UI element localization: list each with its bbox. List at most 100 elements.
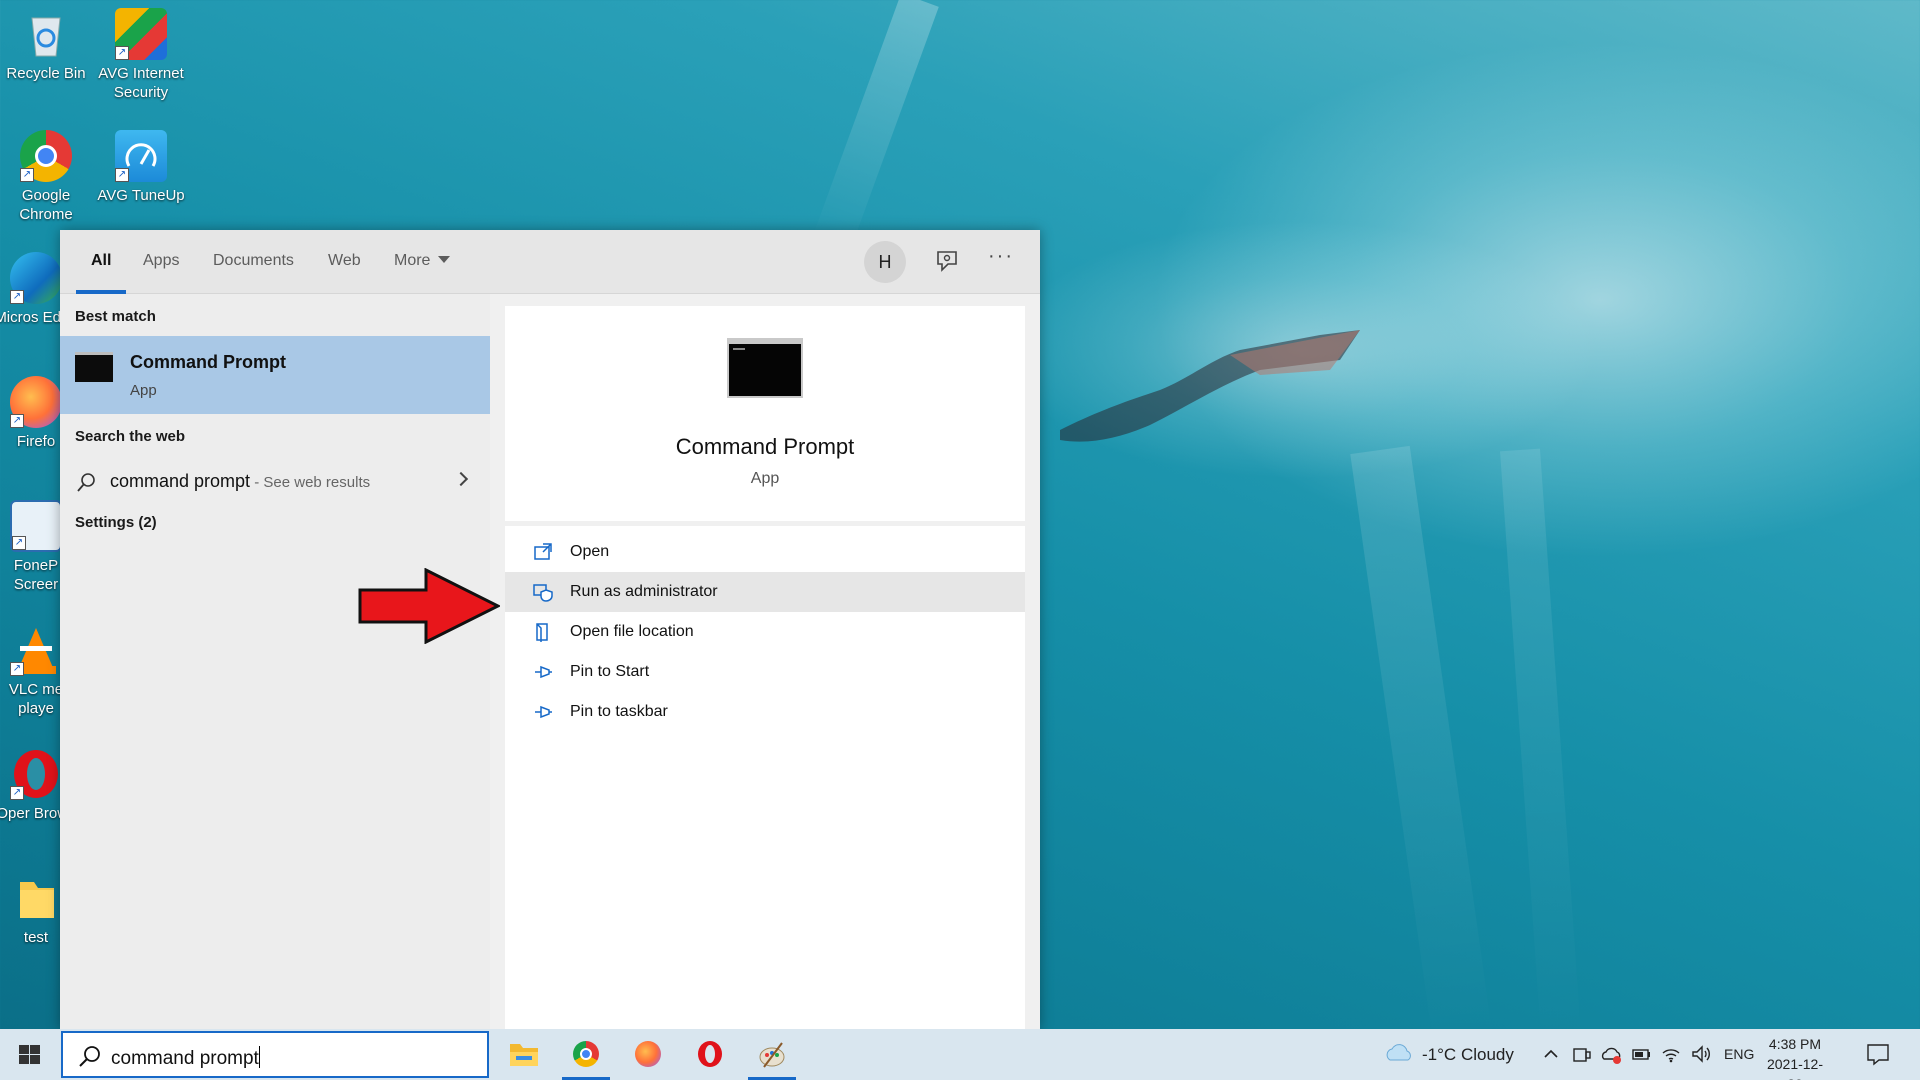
tab-more[interactable]: More: [394, 252, 451, 270]
chrome-icon: ↗: [20, 130, 72, 182]
result-detail-pane: Command Prompt App Open Run as administr…: [505, 306, 1025, 1029]
weather-widget[interactable]: -1°C Cloudy: [1422, 1045, 1514, 1065]
battery-icon[interactable]: [1630, 1043, 1652, 1065]
desktop-icon-recycle-bin[interactable]: Recycle Bin: [0, 8, 92, 83]
chevron-right-icon: [453, 471, 469, 487]
tab-documents[interactable]: Documents: [213, 252, 294, 270]
desktop-icon-google-chrome[interactable]: ↗ Google Chrome: [0, 130, 92, 224]
shield-icon: [533, 584, 553, 602]
action-run-as-administrator[interactable]: Run as administrator: [505, 572, 1025, 612]
action-pin-to-taskbar[interactable]: Pin to taskbar: [505, 692, 1025, 732]
search-icon: [79, 1046, 100, 1067]
pin-icon: [535, 665, 552, 679]
taskbar-paint[interactable]: [746, 1029, 798, 1080]
action-pin-to-start[interactable]: Pin to Start: [505, 652, 1025, 692]
action-label: Open file location: [570, 623, 694, 640]
shortcut-arrow-icon: ↗: [115, 46, 129, 60]
tab-web[interactable]: Web: [328, 252, 361, 270]
firefox-icon: ↗: [10, 376, 62, 428]
detail-subtitle: App: [750, 470, 780, 487]
search-web-heading: Search the web: [75, 428, 186, 445]
shortcut-arrow-icon: ↗: [10, 414, 24, 428]
shortcut-arrow-icon: ↗: [10, 290, 24, 304]
user-avatar[interactable]: H: [864, 241, 906, 283]
more-options-button[interactable]: ···: [986, 244, 1016, 274]
wifi-icon[interactable]: [1660, 1043, 1682, 1065]
file-location-icon: [536, 623, 548, 642]
best-match-subtitle: App: [130, 382, 157, 399]
best-match-title: Command Prompt: [130, 352, 287, 372]
action-label: Run as administrator: [570, 583, 718, 600]
start-button[interactable]: [0, 1029, 60, 1080]
results-list: Best match Command Prompt App Search the…: [60, 294, 490, 1029]
folder-icon: [10, 872, 62, 924]
volume-icon[interactable]: [1690, 1043, 1712, 1065]
opera-icon: ↗: [10, 748, 62, 800]
weather-condition: Cloudy: [1460, 1045, 1514, 1064]
firefox-icon: [635, 1041, 661, 1067]
file-explorer-icon: [510, 1044, 538, 1066]
windows-logo-icon: [19, 1045, 40, 1064]
shortcut-arrow-icon: ↗: [20, 168, 34, 182]
vlc-icon: ↗: [10, 624, 62, 676]
taskbar-clock[interactable]: 4:38 PM 2021-12-30: [1760, 1034, 1830, 1080]
tab-all[interactable]: All: [91, 252, 111, 270]
desktop-icon-avg-tuneup[interactable]: ↗ AVG TuneUp: [95, 130, 187, 205]
command-prompt-icon: [727, 338, 803, 398]
action-open-file-location[interactable]: Open file location: [505, 612, 1025, 652]
weather-cloud-icon[interactable]: [1382, 1042, 1414, 1064]
chevron-up-icon[interactable]: [1540, 1043, 1562, 1065]
shortcut-arrow-icon: ↗: [10, 786, 24, 800]
detail-header: Command Prompt App: [505, 306, 1025, 526]
detail-title: Command Prompt: [675, 434, 855, 459]
action-label: Pin to taskbar: [570, 703, 668, 720]
onedrive-offline-icon[interactable]: [1600, 1043, 1622, 1065]
action-open[interactable]: Open: [505, 532, 1025, 572]
recycle-bin-icon: [20, 8, 72, 60]
avg-tuneup-icon: ↗: [115, 130, 167, 182]
command-prompt-icon: [75, 352, 113, 382]
text-cursor: [258, 1046, 260, 1068]
web-search-result[interactable]: command prompt - See web results: [60, 462, 490, 502]
pin-icon: [535, 705, 552, 719]
avg-internet-security-icon: ↗: [115, 8, 167, 60]
shortcut-arrow-icon: ↗: [115, 168, 129, 182]
taskbar-chrome[interactable]: [560, 1029, 612, 1080]
desktop-icon-avg-internet-security[interactable]: ↗ AVG Internet Security: [95, 8, 187, 102]
fonepaw-icon: ↗: [10, 500, 62, 552]
taskbar-file-explorer[interactable]: [498, 1029, 550, 1080]
clock-date: 2021-12-30: [1766, 1056, 1824, 1080]
web-hint: - See web results: [250, 474, 371, 491]
opera-icon: [698, 1041, 722, 1067]
weather-temp: -1°C: [1422, 1045, 1457, 1064]
action-label: Open: [570, 543, 610, 560]
action-label: Pin to Start: [570, 663, 650, 680]
settings-heading[interactable]: Settings (2): [75, 514, 157, 531]
taskbar-opera[interactable]: [684, 1029, 736, 1080]
diver-silhouette: [1060, 330, 1360, 442]
light-ray: [812, 0, 939, 252]
web-query: command prompt: [110, 471, 251, 491]
tab-apps[interactable]: Apps: [143, 252, 179, 270]
red-arrow-annotation: [358, 568, 500, 644]
search-query-text: command prompt: [111, 1048, 259, 1069]
search-icon: [77, 473, 95, 492]
search-filter-tabs: All Apps Documents Web More H ···: [60, 230, 1040, 294]
feedback-button[interactable]: [930, 246, 962, 278]
input-language[interactable]: ENG: [1724, 1046, 1754, 1062]
taskbar-search-input[interactable]: command prompt: [61, 1031, 489, 1078]
feedback-icon: [937, 251, 957, 272]
meet-now-icon[interactable]: [1570, 1043, 1592, 1065]
paint-icon: [759, 1042, 785, 1068]
tab-more-label: More: [394, 252, 431, 269]
best-match-result[interactable]: Command Prompt App: [60, 336, 490, 414]
shortcut-arrow-icon: ↗: [12, 536, 26, 550]
taskbar: command prompt -1°C Cloudy ENG 4:38 PM 2…: [0, 1029, 1920, 1080]
start-search-panel: All Apps Documents Web More H ··· Best m…: [60, 230, 1040, 1029]
taskbar-firefox[interactable]: [622, 1029, 674, 1080]
notification-center-icon[interactable]: [1865, 1041, 1891, 1067]
shortcut-arrow-icon: ↗: [10, 662, 24, 676]
edge-icon: ↗: [10, 252, 62, 304]
chevron-down-icon: [438, 256, 451, 263]
chrome-icon: [573, 1041, 599, 1067]
